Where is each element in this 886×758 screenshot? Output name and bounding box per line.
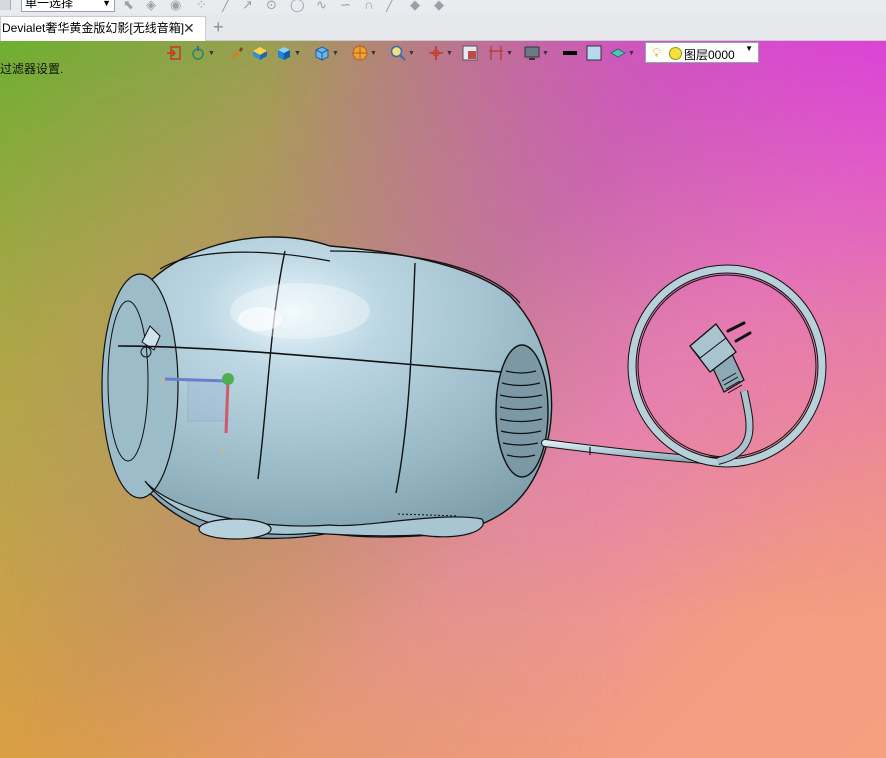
sketch-line-icon[interactable]: ╱ <box>386 0 394 13</box>
document-tab-title: Devialet奢华黄金版幻影[无线音箱] <box>2 21 185 35</box>
layers-alt-icon[interactable]: ◆ <box>434 0 444 13</box>
top-ribbon: 单一选择 ▼ ⬉ ◈ ◉ ⁘ ╱ ↗ ⊙ ◯ ∿ ∽ ∩ ╱ ◆ ◆ <box>0 0 886 14</box>
play-icon[interactable]: ◉ <box>170 0 181 13</box>
point-icon[interactable]: ⁘ <box>196 0 207 13</box>
selection-mode-dropdown[interactable]: 单一选择 ▼ <box>21 0 115 12</box>
svg-text:x: x <box>160 376 166 386</box>
add-tab-icon[interactable]: + <box>213 18 224 36</box>
circle-center-icon[interactable]: ⊙ <box>266 0 277 13</box>
3d-viewport[interactable]: 过滤器设置. ▼ ▼ ▼ ▼ ▼ ▼ ▼ ▼ ▼ 💡︎ 图层0000 ▼ x y <box>0 41 886 758</box>
chevron-down-icon: ▼ <box>102 0 111 8</box>
pointer-icon[interactable]: ⬉ <box>123 0 134 13</box>
layers-icon[interactable]: ◆ <box>410 0 420 13</box>
close-icon[interactable]: ✕ <box>183 17 195 40</box>
line-icon[interactable]: ╱ <box>222 0 230 13</box>
ribbon-grip <box>0 0 11 10</box>
power-cord <box>541 264 827 468</box>
document-tab[interactable]: Devialet奢华黄金版幻影[无线音箱] ✕ <box>0 16 206 41</box>
line-point-icon[interactable]: ↗ <box>242 0 253 13</box>
svg-text:y: y <box>220 446 226 456</box>
curve-icon[interactable]: ∽ <box>340 0 351 13</box>
document-tab-bar: Devialet奢华黄金版幻影[无线音箱] ✕ + <box>0 14 886 41</box>
spline-icon[interactable]: ∿ <box>316 0 327 13</box>
circle-icon[interactable]: ◯ <box>290 0 305 13</box>
pick-icon[interactable]: ◈ <box>146 0 156 13</box>
left-driver-face <box>101 273 179 499</box>
plug-icon <box>689 321 752 394</box>
speaker-3d-model[interactable]: x y <box>0 41 886 758</box>
arc-icon[interactable]: ∩ <box>364 0 373 12</box>
selection-mode-value: 单一选择 <box>25 0 74 10</box>
